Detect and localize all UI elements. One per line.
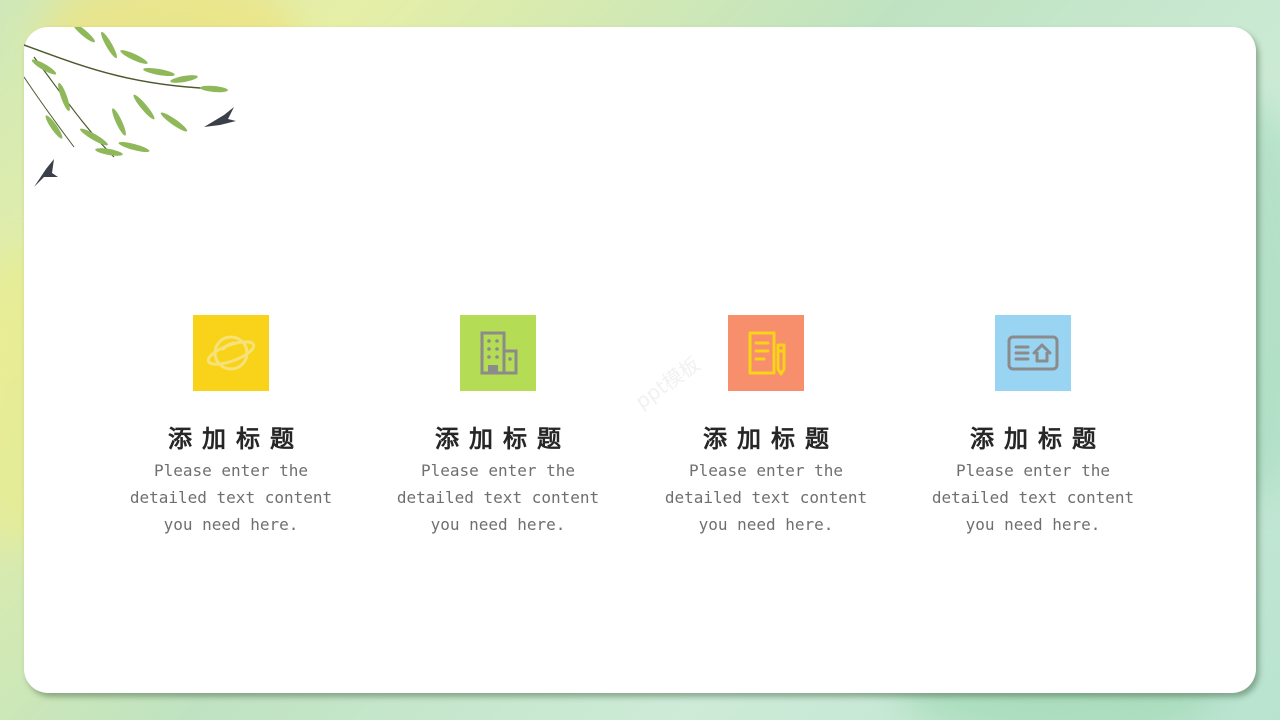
feature-icon-box-1 (193, 315, 269, 391)
feature-description-3: Please enter the detailed text content y… (664, 461, 868, 534)
feature-description-1: Please enter the detailed text content y… (129, 461, 333, 534)
feature-title-1: 添加标题 (168, 425, 304, 453)
willow-branch-decoration (24, 27, 236, 187)
feature-title-2: 添加标题 (435, 425, 571, 453)
content-card: 添加标题 Please enter the detailed text cont… (24, 27, 1256, 693)
feature-description-2: Please enter the detailed text content y… (396, 461, 600, 534)
swallow-icon (34, 159, 58, 187)
building-icon (480, 331, 518, 375)
swallow-icon (204, 107, 236, 127)
planet-icon (206, 335, 256, 371)
feature-description-4: Please enter the detailed text content y… (931, 461, 1135, 534)
document-pencil-icon (748, 331, 786, 376)
feature-column-4: 添加标题 Please enter the detailed text cont… (913, 315, 1153, 538)
feature-title-3: 添加标题 (703, 425, 839, 453)
feature-icon-box-4 (995, 315, 1071, 391)
feature-icon-box-3 (728, 315, 804, 391)
feature-title-4: 添加标题 (970, 425, 1106, 453)
feature-column-1: 添加标题 Please enter the detailed text cont… (111, 315, 351, 538)
feature-column-2: 添加标题 Please enter the detailed text cont… (378, 315, 618, 538)
card-home-icon (1007, 335, 1059, 371)
feature-icon-box-2 (460, 315, 536, 391)
feature-column-3: 添加标题 Please enter the detailed text cont… (646, 315, 886, 538)
